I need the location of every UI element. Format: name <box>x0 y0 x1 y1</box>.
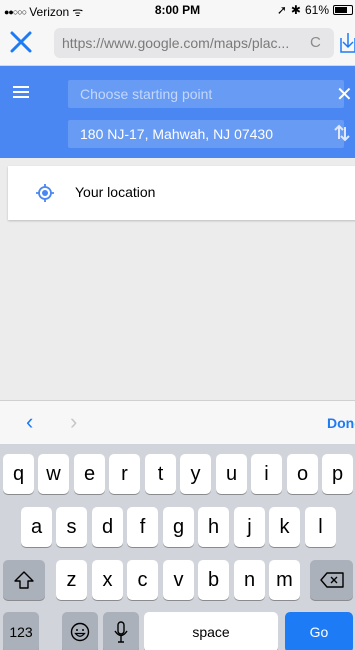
status-bar: ●●○○○ Verizon ᯤ 8:00 PM ➚ ✱ 61% <box>0 0 355 20</box>
key-c[interactable]: c <box>127 560 158 600</box>
numbers-key[interactable]: 123 <box>3 612 39 650</box>
browser-url-bar: https://www.google.com/maps/plac... C <box>0 20 355 66</box>
done-button[interactable]: Done <box>327 415 355 431</box>
microphone-key[interactable] <box>103 612 139 650</box>
key-x[interactable]: x <box>92 560 123 600</box>
keyboard-accessory-bar: ‹ › Done <box>0 400 355 444</box>
microphone-icon <box>114 621 128 643</box>
my-location-icon <box>36 184 54 202</box>
suggestion-label: Your location <box>75 184 156 200</box>
download-icon[interactable] <box>339 32 355 54</box>
reload-icon[interactable]: C <box>310 34 321 51</box>
key-t[interactable]: t <box>145 454 176 494</box>
key-e[interactable]: e <box>74 454 105 494</box>
key-r[interactable]: r <box>109 454 140 494</box>
key-s[interactable]: s <box>56 507 87 547</box>
shift-key[interactable] <box>3 560 45 600</box>
key-l[interactable]: l <box>305 507 336 547</box>
key-a[interactable]: a <box>21 507 52 547</box>
key-k[interactable]: k <box>269 507 300 547</box>
clear-icon[interactable]: ✕ <box>336 82 353 107</box>
key-w[interactable]: w <box>38 454 69 494</box>
url-field[interactable]: https://www.google.com/maps/plac... <box>54 28 334 58</box>
keyboard: q w e r t y u i o p a s d f g h j k l z … <box>0 444 355 650</box>
close-icon[interactable] <box>8 29 34 55</box>
key-d[interactable]: d <box>92 507 123 547</box>
key-u[interactable]: u <box>216 454 247 494</box>
directions-header: Choose starting point ✕ 180 NJ-17, Mahwa… <box>0 66 355 158</box>
key-b[interactable]: b <box>198 560 229 600</box>
location-arrow-icon: ➚ <box>276 3 287 17</box>
previous-field-button[interactable]: ‹ <box>26 409 33 435</box>
key-g[interactable]: g <box>163 507 194 547</box>
key-f[interactable]: f <box>127 507 158 547</box>
key-q[interactable]: q <box>3 454 34 494</box>
key-o[interactable]: o <box>287 454 318 494</box>
key-z[interactable]: z <box>56 560 87 600</box>
swap-icon[interactable] <box>334 123 350 143</box>
battery-icon <box>333 5 353 15</box>
emoji-icon <box>70 622 90 642</box>
key-i[interactable]: i <box>251 454 282 494</box>
menu-icon[interactable] <box>13 86 29 98</box>
key-p[interactable]: p <box>322 454 353 494</box>
key-y[interactable]: y <box>180 454 211 494</box>
shift-icon <box>14 571 34 589</box>
battery-percent: 61% <box>304 3 329 17</box>
list-item[interactable]: Your location <box>8 166 355 220</box>
backspace-key[interactable] <box>310 560 353 600</box>
key-m[interactable]: m <box>269 560 300 600</box>
space-key[interactable]: space <box>144 612 278 650</box>
go-key[interactable]: Go <box>285 612 353 650</box>
starting-point-input[interactable]: Choose starting point <box>68 80 344 108</box>
key-j[interactable]: j <box>234 507 265 547</box>
bluetooth-icon: ✱ <box>290 3 301 17</box>
destination-input[interactable]: 180 NJ-17, Mahwah, NJ 07430 <box>68 120 344 148</box>
emoji-key[interactable] <box>62 612 98 650</box>
next-field-button[interactable]: › <box>70 409 77 435</box>
key-h[interactable]: h <box>198 507 229 547</box>
key-n[interactable]: n <box>234 560 265 600</box>
backspace-icon <box>319 572 344 588</box>
key-v[interactable]: v <box>163 560 194 600</box>
